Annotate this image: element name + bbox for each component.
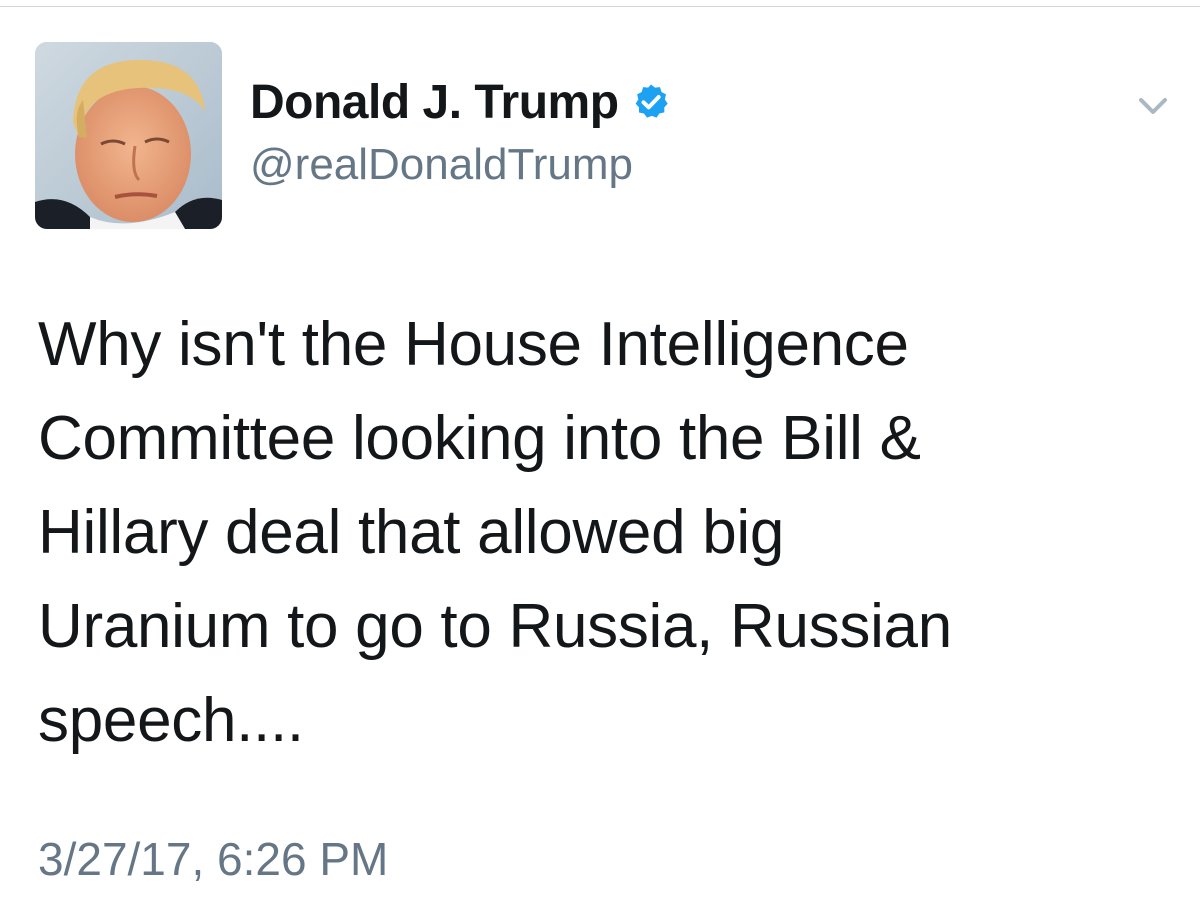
tweet-text: Why isn't the House Intelligence Committ… [38,310,952,755]
author-avatar[interactable] [35,42,222,229]
author-handle[interactable]: @realDonaldTrump [250,140,671,190]
author-display-name[interactable]: Donald J. Trump [250,75,619,130]
name-row: Donald J. Trump [250,70,671,134]
tweet-timestamp[interactable]: 3/27/17, 6:26 PM [38,832,388,886]
avatar-photo [35,42,222,229]
tweet-header: Donald J. Trump @realDonaldTrump [250,70,671,190]
chevron-down-icon[interactable] [1133,92,1173,120]
tweet-card: Donald J. Trump @realDonaldTrump Why isn… [0,0,1200,898]
verified-check-icon [631,82,671,122]
